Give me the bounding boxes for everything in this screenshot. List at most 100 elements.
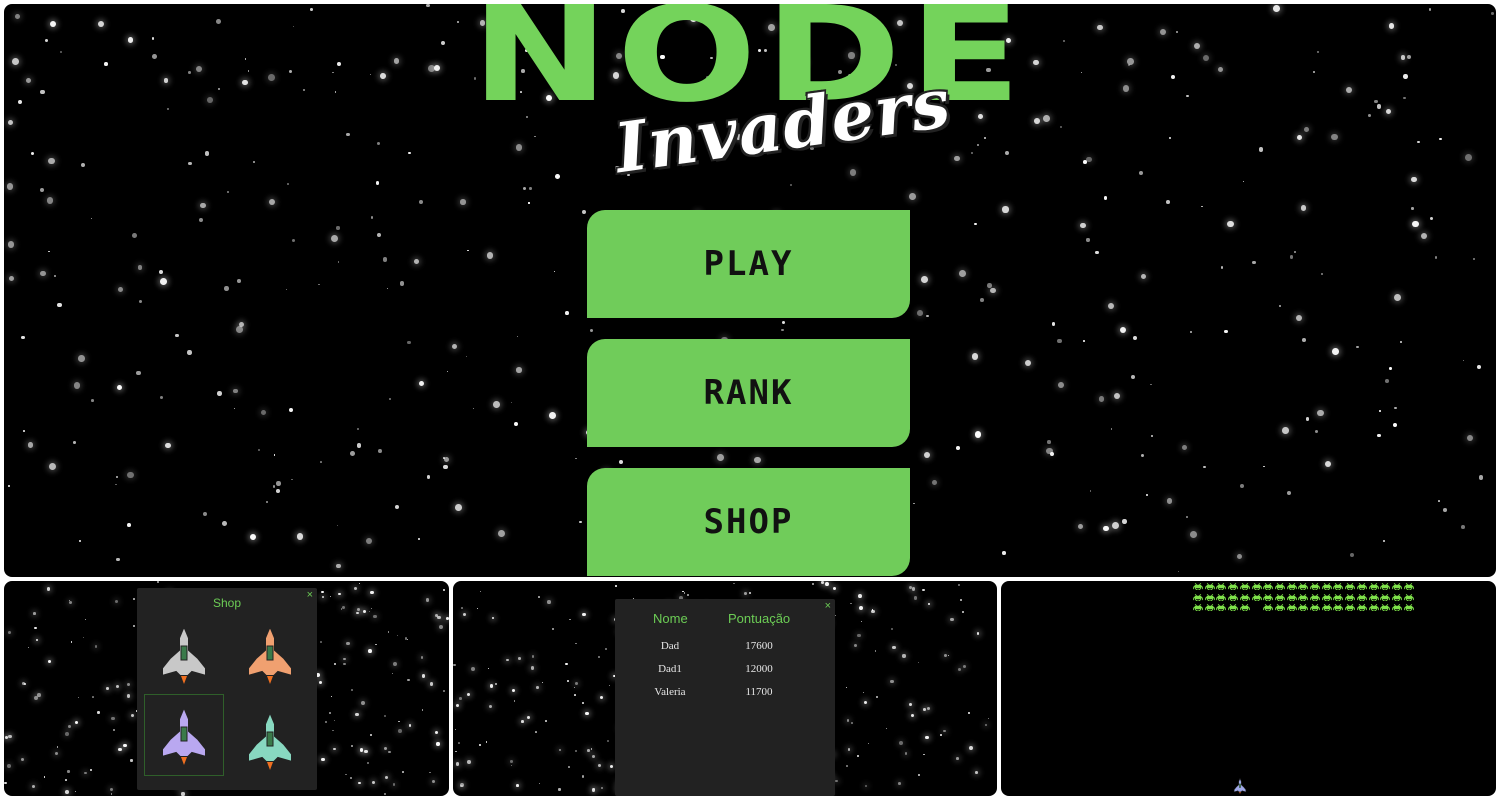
alien-invader-icon [1263, 604, 1273, 611]
star [353, 586, 357, 591]
star [297, 533, 304, 540]
star [1098, 396, 1105, 402]
star [269, 199, 276, 206]
star [573, 686, 576, 689]
star [442, 690, 445, 692]
star [781, 321, 785, 325]
star [363, 609, 367, 613]
star [531, 666, 535, 670]
star [6, 182, 14, 190]
star [589, 328, 593, 332]
shop-close-icon[interactable]: × [307, 589, 313, 601]
alien-invader-icon [1356, 604, 1367, 611]
star [97, 711, 100, 714]
star [328, 712, 332, 715]
star [1263, 465, 1266, 468]
star [407, 340, 411, 344]
star [188, 161, 192, 166]
alien-invader-icon [1251, 593, 1262, 601]
purple-ship-icon [161, 705, 207, 765]
star [138, 300, 142, 304]
star [67, 770, 70, 773]
alien-invader-icon [1403, 604, 1414, 611]
star [355, 712, 359, 717]
star [566, 680, 569, 683]
star [811, 583, 814, 586]
star [74, 382, 81, 389]
alien-invader-icon [1263, 593, 1273, 601]
star [366, 762, 369, 765]
star [544, 720, 547, 722]
star [609, 765, 613, 769]
star [820, 581, 824, 585]
player-ship-icon[interactable] [1232, 778, 1248, 794]
star [330, 696, 332, 698]
star [1141, 273, 1147, 279]
star [1295, 314, 1303, 322]
star [833, 586, 837, 590]
star [116, 557, 120, 562]
star [419, 200, 424, 205]
star [947, 655, 950, 657]
star [48, 250, 50, 252]
star [1305, 417, 1309, 421]
star [916, 310, 923, 317]
star [443, 457, 445, 459]
star [955, 756, 959, 760]
star [1145, 493, 1149, 497]
star [434, 730, 439, 734]
star [217, 391, 222, 396]
star [1243, 180, 1245, 182]
star [910, 714, 914, 718]
star [22, 430, 25, 433]
alien-invader-icon [1345, 604, 1355, 611]
star [908, 702, 912, 706]
star [587, 749, 591, 752]
ship-option-teal[interactable] [231, 700, 309, 780]
star [1004, 150, 1009, 155]
shop-button[interactable]: SHOP [587, 468, 910, 576]
star [461, 607, 463, 610]
star [1478, 475, 1484, 480]
star [157, 581, 160, 584]
rank-close-icon[interactable]: × [825, 600, 831, 612]
alien-invader-icon [1251, 583, 1262, 590]
star [224, 286, 229, 291]
star [127, 682, 131, 687]
star [398, 720, 400, 723]
star [969, 745, 974, 750]
ship-option-silver[interactable] [145, 614, 223, 694]
star [8, 276, 14, 282]
alien-invader-icon [1298, 593, 1309, 601]
star [1024, 360, 1031, 367]
star [686, 594, 689, 597]
rank-button[interactable]: RANK [587, 339, 910, 447]
star [1177, 570, 1180, 572]
star [71, 641, 73, 643]
star [90, 399, 94, 403]
alien-invader-icon [1239, 604, 1250, 611]
star [1166, 498, 1173, 504]
star [1412, 220, 1419, 227]
star [980, 298, 985, 303]
star [33, 612, 36, 615]
star [337, 261, 340, 264]
star [346, 641, 350, 645]
star [1302, 338, 1306, 343]
star [541, 681, 544, 684]
star [754, 456, 761, 463]
orange-ship-icon [247, 624, 293, 684]
star [467, 692, 471, 696]
star [1058, 381, 1065, 388]
star [115, 475, 118, 478]
star [977, 144, 980, 147]
play-button[interactable]: PLAY [587, 210, 910, 318]
star [187, 350, 192, 355]
star [1131, 374, 1136, 379]
ship-option-orange[interactable] [231, 614, 309, 694]
ship-option-purple[interactable] [144, 694, 224, 776]
star [31, 784, 35, 789]
star [418, 380, 425, 387]
star [892, 646, 896, 650]
star [319, 640, 322, 643]
